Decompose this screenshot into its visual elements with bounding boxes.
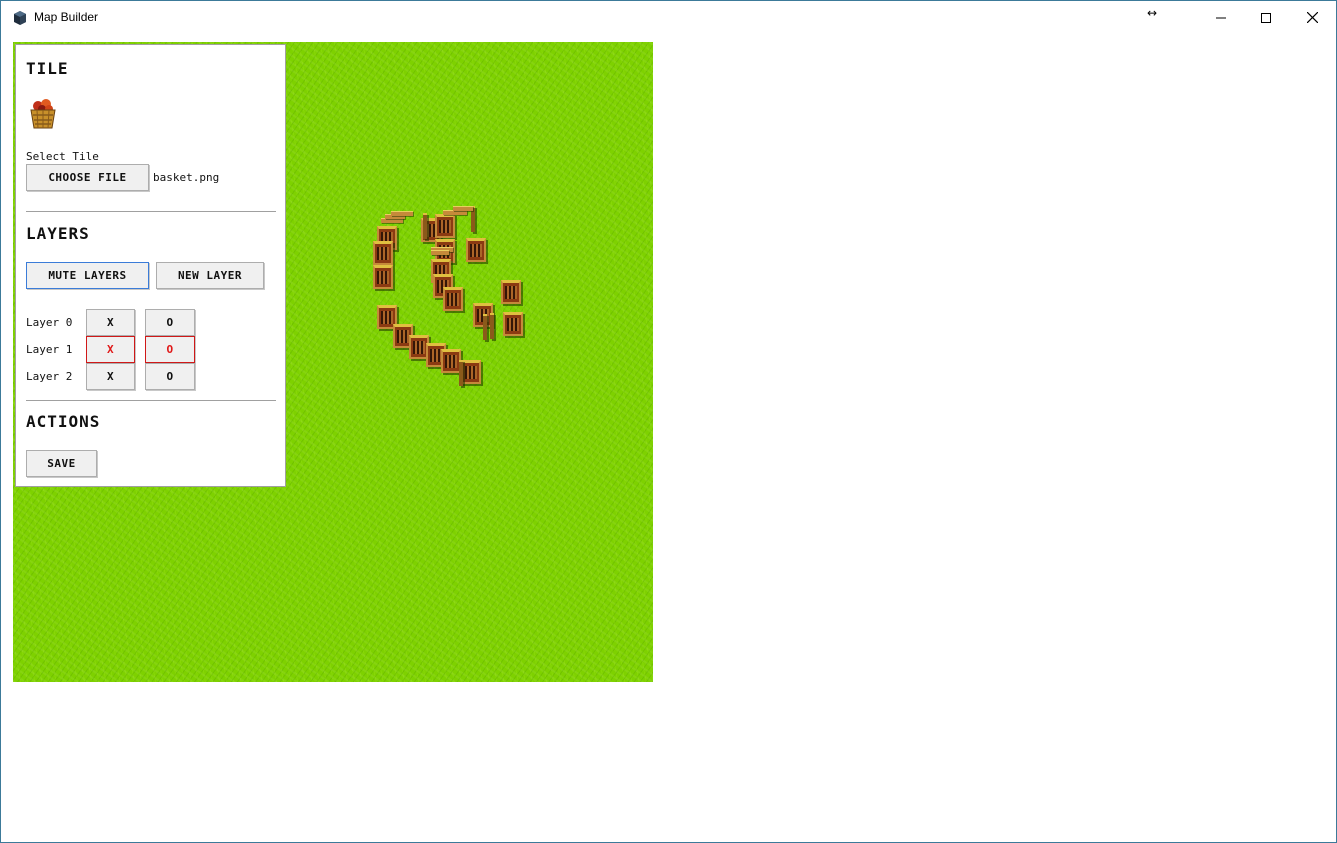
layer-0-x-button[interactable]: X bbox=[86, 309, 135, 336]
close-button[interactable] bbox=[1289, 1, 1335, 34]
actions-heading: ACTIONS bbox=[26, 412, 101, 431]
selected-file-name: basket.png bbox=[153, 171, 220, 184]
tile-heading: TILE bbox=[26, 59, 69, 78]
crate-icon bbox=[441, 349, 461, 373]
crate-edge-icon bbox=[423, 213, 427, 239]
layer-label: Layer 2 bbox=[26, 370, 73, 383]
minimize-button[interactable] bbox=[1198, 1, 1244, 34]
select-tile-label: Select Tile bbox=[26, 150, 99, 163]
layer-label: Layer 0 bbox=[26, 316, 73, 329]
divider bbox=[26, 211, 276, 212]
crate-icon bbox=[501, 280, 521, 304]
choose-file-button[interactable]: CHOOSE FILE bbox=[26, 164, 149, 191]
crate-edge-icon bbox=[490, 313, 494, 339]
close-icon bbox=[1306, 12, 1318, 23]
tools-panel: TILE Select Tile CHOOSE FILE basket.png … bbox=[15, 44, 286, 487]
layer-label: Layer 1 bbox=[26, 343, 73, 356]
layer-0-o-button[interactable]: O bbox=[145, 309, 195, 336]
new-layer-button[interactable]: NEW LAYER bbox=[156, 262, 264, 289]
layer-1-o-button[interactable]: O bbox=[145, 336, 195, 363]
resize-arrows-icon: ↔ bbox=[1147, 6, 1158, 20]
divider bbox=[26, 400, 276, 401]
crate-edge-icon bbox=[483, 314, 487, 340]
crate-icon bbox=[435, 214, 455, 238]
layers-heading: LAYERS bbox=[26, 224, 90, 243]
app-icon bbox=[14, 11, 26, 25]
window-title: Map Builder bbox=[34, 10, 99, 24]
crate-icon bbox=[466, 238, 486, 262]
app-window: Map Builder ↔ TILE Select Tile CHOOSE FI… bbox=[0, 0, 1337, 843]
crate-icon bbox=[503, 312, 523, 336]
layer-1-x-button[interactable]: X bbox=[86, 336, 135, 363]
maximize-icon bbox=[1261, 12, 1271, 23]
crate-icon bbox=[373, 265, 393, 289]
plank-icon bbox=[431, 250, 449, 255]
plank-icon bbox=[391, 211, 413, 216]
mute-layers-button[interactable]: MUTE LAYERS bbox=[26, 262, 149, 289]
maximize-button[interactable] bbox=[1243, 1, 1289, 34]
crate-icon bbox=[373, 241, 393, 265]
layer-2-o-button[interactable]: O bbox=[145, 363, 195, 390]
save-button[interactable]: SAVE bbox=[26, 450, 97, 477]
crate-icon bbox=[461, 360, 481, 384]
plank-icon bbox=[453, 206, 473, 211]
crate-icon bbox=[443, 287, 463, 311]
title-bar[interactable]: Map Builder ↔ bbox=[1, 1, 1336, 34]
crate-edge-icon bbox=[459, 360, 463, 386]
basket-icon bbox=[30, 99, 56, 129]
layer-2-x-button[interactable]: X bbox=[86, 363, 135, 390]
minimize-icon bbox=[1216, 17, 1226, 18]
